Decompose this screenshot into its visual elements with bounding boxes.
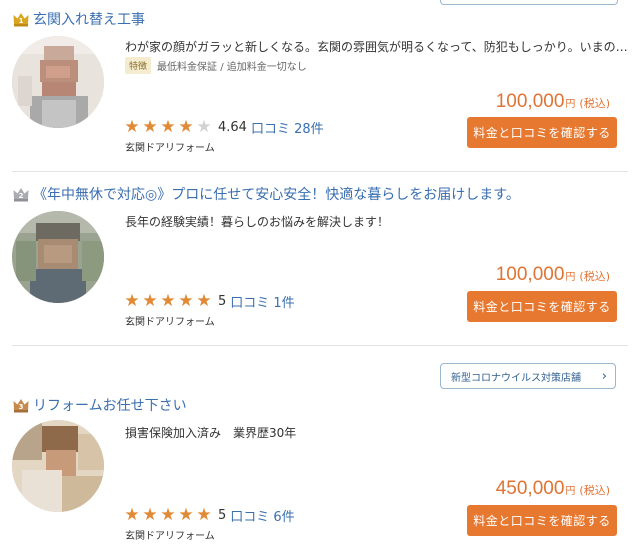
price-currency: 円: [565, 272, 576, 283]
service-category: 玄関ドアリフォーム: [125, 317, 215, 328]
avatar: [12, 420, 104, 512]
listing-description: わが家の顔がガラッと新しくなる。玄関の雰囲気が明るくなって、防犯もしっかり。いま…: [125, 40, 628, 54]
previous-badge-edge: [440, 0, 618, 5]
price: 100,000 円 (税込): [496, 264, 610, 286]
covid-measures-label: 新型コロナウイルス対策店舗: [451, 372, 581, 384]
chevron-right-icon: ›: [601, 368, 607, 384]
star-rating: ★ ★ ★ ★ ★: [123, 116, 213, 137]
check-price-reviews-button[interactable]: 料金と口コミを確認する: [467, 505, 617, 536]
avatar: [12, 36, 104, 128]
star-filled-icon: ★: [160, 504, 176, 525]
listing-title[interactable]: 玄関入れ替え工事: [33, 9, 145, 29]
listing-title[interactable]: リフォームお任せ下さい: [33, 395, 187, 415]
feature-row: 特徴 最低料金保証 / 追加料金一切なし: [125, 57, 307, 74]
check-price-reviews-button[interactable]: 料金と口コミを確認する: [467, 117, 617, 148]
star-rating: ★ ★ ★ ★ ★: [123, 504, 213, 525]
star-filled-icon: ★: [160, 290, 176, 311]
price-tax-note: (税込): [579, 270, 610, 283]
covid-measures-badge-link[interactable]: 新型コロナウイルス対策店舗 ›: [440, 363, 616, 389]
star-filled-icon: ★: [142, 290, 158, 311]
price: 100,000 円 (税込): [496, 91, 610, 113]
silver-crown-icon: 2: [13, 188, 29, 202]
service-category: 玄関ドアリフォーム: [125, 531, 215, 542]
star-filled-icon: ★: [142, 116, 158, 137]
price-value: 450,000: [495, 478, 565, 499]
price-value: 100,000: [495, 264, 565, 285]
price-currency: 円: [565, 99, 576, 110]
star-filled-icon: ★: [124, 116, 140, 137]
check-price-reviews-button[interactable]: 料金と口コミを確認する: [467, 291, 617, 322]
star-filled-icon: ★: [124, 290, 140, 311]
divider: [12, 171, 628, 172]
listing-description: 損害保険加入済み 業界歴30年: [125, 426, 297, 440]
bronze-crown-icon: 3: [13, 399, 29, 413]
listing-description: 長年の経験実績！暮らしのお悩みを解決します！: [125, 215, 390, 229]
svg-text:1: 1: [19, 17, 24, 25]
star-filled-icon: ★: [160, 116, 176, 137]
feature-text: 最低料金保証 / 追加料金一切なし: [157, 62, 307, 73]
star-filled-icon: ★: [142, 504, 158, 525]
svg-text:3: 3: [19, 403, 24, 411]
price-tax-note: (税込): [579, 484, 610, 497]
service-category: 玄関ドアリフォーム: [125, 143, 215, 154]
reviews-link[interactable]: 口コミ 1件: [230, 292, 294, 311]
listing-title[interactable]: 《年中無休で対応◎》プロに任せて安心安全！快適な暮らしをお届けします。: [33, 184, 520, 204]
rating-row: ★ ★ ★ ★ ★ 5 口コミ 1件: [123, 290, 294, 311]
price-currency: 円: [565, 486, 576, 497]
reviews-link[interactable]: 口コミ 6件: [230, 506, 294, 525]
price-tax-note: (税込): [579, 97, 610, 110]
gold-crown-icon: 1: [13, 13, 29, 27]
divider: [12, 345, 628, 346]
rating-row: ★ ★ ★ ★ ★ 5 口コミ 6件: [123, 504, 294, 525]
star-filled-icon: ★: [196, 290, 212, 311]
star-filled-icon: ★: [178, 116, 194, 137]
listing-3-title-row: 3 リフォームお任せ下さい: [12, 394, 187, 416]
rating-score: 4.64: [218, 119, 247, 135]
rating-score: 5: [218, 507, 227, 523]
star-empty-icon: ★: [196, 116, 212, 137]
star-filled-icon: ★: [178, 290, 194, 311]
listing-1-title-row: 1 玄関入れ替え工事: [12, 8, 145, 30]
price-value: 100,000: [495, 91, 565, 112]
listing-2-title-row: 2 《年中無休で対応◎》プロに任せて安心安全！快適な暮らしをお届けします。: [12, 183, 520, 205]
star-rating: ★ ★ ★ ★ ★: [123, 290, 213, 311]
price: 450,000 円 (税込): [496, 478, 610, 500]
reviews-link[interactable]: 口コミ 28件: [251, 118, 324, 137]
svg-text:2: 2: [19, 192, 24, 200]
star-filled-icon: ★: [178, 504, 194, 525]
feature-badge: 特徴: [125, 57, 152, 74]
rating-row: ★ ★ ★ ★ ★ 4.64 口コミ 28件: [123, 116, 324, 137]
star-filled-icon: ★: [196, 504, 212, 525]
rating-score: 5: [218, 293, 227, 309]
avatar: [12, 211, 104, 303]
star-filled-icon: ★: [124, 504, 140, 525]
